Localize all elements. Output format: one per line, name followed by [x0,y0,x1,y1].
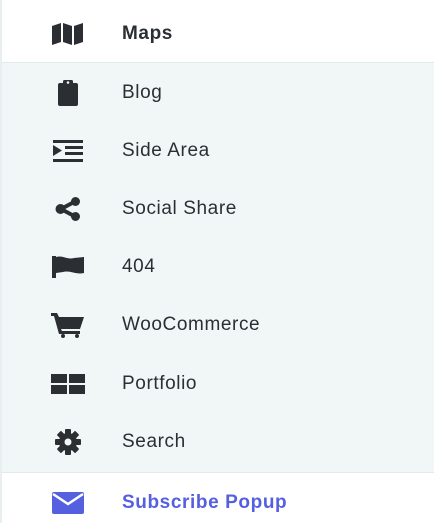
sidebar-menu: Maps Blog Side Area Social Share 404 Woo… [0,0,434,523]
menu-item-label: WooCommerce [122,314,261,335]
menu-item-portfolio[interactable]: Portfolio [2,355,434,413]
gear-icon [51,428,85,456]
shopping-cart-icon [51,311,85,339]
menu-item-label: Subscribe Popup [122,492,288,513]
menu-item-label: Search [122,431,186,452]
menu-item-maps[interactable]: Maps [2,5,434,63]
menu-item-label: Blog [122,82,163,103]
envelope-icon [51,489,85,517]
menu-item-label: Portfolio [122,373,198,394]
indent-list-icon [51,137,85,165]
menu-item-social-share[interactable]: Social Share [2,180,434,238]
share-icon [51,195,85,223]
menu-item-subscribe-popup[interactable]: Subscribe Popup [2,474,434,532]
flag-icon [51,253,85,281]
clipboard-icon [51,79,85,107]
menu-item-label: Side Area [122,140,210,161]
menu-item-blog[interactable]: Blog [2,64,434,122]
menu-item-label: Maps [122,23,173,44]
menu-item-side-area[interactable]: Side Area [2,122,434,180]
menu-item-woocommerce[interactable]: WooCommerce [2,296,434,354]
menu-item-search[interactable]: Search [2,413,434,471]
menu-item-label: 404 [122,256,156,277]
menu-item-label: Social Share [122,198,237,219]
menu-item-404[interactable]: 404 [2,238,434,296]
grid-icon [51,370,85,398]
map-icon [51,20,85,48]
